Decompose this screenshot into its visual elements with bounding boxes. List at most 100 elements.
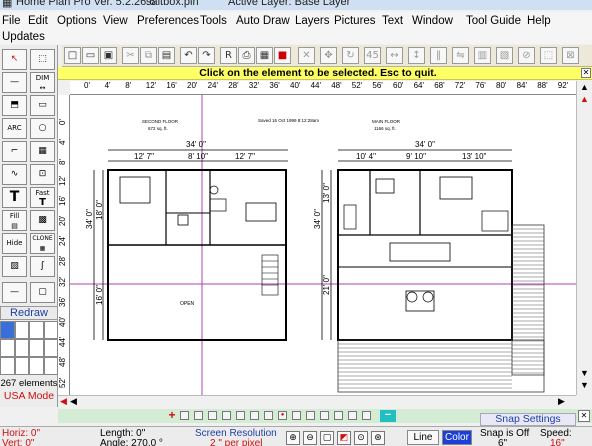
rectangle-tool-icon[interactable]: ▭	[30, 95, 55, 116]
move-icon[interactable]: ✥	[320, 47, 337, 64]
scroll-left-icon[interactable]: ◀	[60, 396, 67, 407]
new-file-icon[interactable]: □	[64, 47, 81, 64]
redo-icon[interactable]: ↷	[198, 47, 215, 64]
color-button[interactable]: Color	[442, 430, 472, 445]
menu-help[interactable]: Help	[527, 15, 551, 27]
page-dot[interactable]: ●	[278, 411, 287, 420]
rotate-icon[interactable]: ↻	[342, 47, 359, 64]
picture-tool-icon[interactable]: ▨	[2, 256, 27, 277]
close-page-icon[interactable]: ✕	[578, 410, 590, 422]
vertical-scrollbar[interactable]: ▲ ▲ ▼ ▼	[576, 81, 592, 395]
palette-cell[interactable]	[0, 321, 15, 339]
menu-view[interactable]: View	[103, 15, 128, 27]
delete-icon[interactable]: ✕	[298, 47, 315, 64]
zoom-out-icon[interactable]: ⊖	[303, 431, 317, 445]
zoom-extent-icon[interactable]: ◩	[337, 431, 351, 445]
palette-cell[interactable]	[43, 357, 58, 375]
page-dot[interactable]	[362, 411, 371, 420]
scroll-down-end-icon[interactable]: ▼	[578, 379, 591, 392]
menu-preferences[interactable]: Preferences	[137, 15, 199, 27]
snap-settings-button[interactable]: Snap Settings	[480, 413, 576, 426]
dimension-tool-icon[interactable]: DIM ↔	[30, 72, 55, 93]
line-tool-icon[interactable]: —	[2, 72, 27, 93]
zoom-pan-icon[interactable]: ⊛	[371, 431, 385, 445]
exit-icon[interactable]: ■	[274, 47, 291, 64]
deselect-icon[interactable]: ⊠	[562, 47, 579, 64]
horizontal-scrollbar[interactable]: ◀ ◀ ▶	[58, 395, 576, 407]
line-style-button[interactable]: Line	[407, 430, 439, 445]
palette-cell[interactable]	[0, 357, 15, 375]
zoom-in-icon[interactable]: ⊕	[286, 431, 300, 445]
palette-cell[interactable]	[29, 321, 44, 339]
page-dot[interactable]	[236, 411, 245, 420]
fill-tool-icon[interactable]: Fill ▤	[2, 210, 27, 231]
page-dot[interactable]	[264, 411, 273, 420]
zoom-window-icon[interactable]: ▢	[320, 431, 334, 445]
fast-text-tool-icon[interactable]: Fast T	[30, 187, 55, 208]
hint-close-icon[interactable]: ✕	[581, 68, 591, 78]
menu-options[interactable]: Options	[57, 15, 97, 27]
scroll-up-fast-icon[interactable]: ▲	[578, 93, 591, 106]
drawing-canvas[interactable]: SECOND FLOOR 672 sq. ft. Saved 16 Oct 19…	[70, 95, 576, 395]
zoom-previous-icon[interactable]: ⊙	[354, 431, 368, 445]
palette-cell[interactable]	[14, 321, 29, 339]
align-icon[interactable]: ‖	[430, 47, 447, 64]
select-box-icon[interactable]: ⬚	[30, 49, 55, 70]
menu-tools[interactable]: Tools	[200, 15, 227, 27]
page-dot[interactable]	[250, 411, 259, 420]
menu-layers[interactable]: Layers	[295, 15, 330, 27]
palette-cell[interactable]	[43, 321, 58, 339]
clone-tool-icon[interactable]: CLONE ▦	[30, 233, 55, 254]
door-tool-icon[interactable]: ⊡	[30, 164, 55, 185]
stretch-vertical-icon[interactable]: ↕	[408, 47, 425, 64]
page-dot[interactable]	[348, 411, 357, 420]
stretch-horizontal-icon[interactable]: ↔	[386, 47, 403, 64]
page-dot[interactable]	[334, 411, 343, 420]
palette-cell[interactable]	[43, 339, 58, 357]
menu-text[interactable]: Text	[382, 15, 403, 27]
open-folder-icon[interactable]: ▭	[82, 47, 99, 64]
ungroup-icon[interactable]: ▧	[496, 47, 513, 64]
flip-icon[interactable]: ⇋	[452, 47, 469, 64]
select-arrow-icon[interactable]: ↖	[2, 49, 27, 70]
freehand-tool-icon[interactable]: ʃ	[30, 256, 55, 277]
print-icon[interactable]: ⎙	[238, 47, 255, 64]
menu-edit[interactable]: Edit	[28, 15, 48, 27]
page-dot[interactable]	[222, 411, 231, 420]
palette-cell[interactable]	[14, 357, 29, 375]
cut-icon[interactable]: ✂	[122, 47, 139, 64]
menu-pictures[interactable]: Pictures	[334, 15, 376, 27]
page-dot[interactable]	[292, 411, 301, 420]
circle-tool-icon[interactable]: ○	[30, 118, 55, 139]
menu-file[interactable]: File	[2, 15, 21, 27]
rotate-45-icon[interactable]: 45	[364, 47, 381, 64]
report-icon[interactable]: R	[220, 47, 237, 64]
select-all-icon[interactable]: ⬚	[540, 47, 557, 64]
undo-icon[interactable]: ↶	[180, 47, 197, 64]
copy-icon[interactable]: ⧉	[140, 47, 157, 64]
hide-tool-icon[interactable]: Hide	[2, 233, 27, 254]
menu-tool-guide[interactable]: Tool Guide	[466, 15, 521, 27]
window-tool-icon[interactable]: ▦	[30, 141, 55, 162]
page-dot[interactable]	[180, 411, 189, 420]
add-page-icon[interactable]: +	[166, 409, 178, 422]
redraw-button[interactable]: Redraw	[0, 306, 58, 320]
room-tool-icon[interactable]: ⬒	[2, 95, 27, 116]
thin-line-icon[interactable]: —	[2, 282, 27, 303]
group-icon[interactable]: ▥	[474, 47, 491, 64]
usa-mode-indicator[interactable]: USA Mode	[0, 390, 58, 402]
palette-cell[interactable]	[14, 339, 29, 357]
palette-cell[interactable]	[29, 357, 44, 375]
undo-all-icon[interactable]: ⊘	[518, 47, 535, 64]
curve-tool-icon[interactable]: ∿	[2, 164, 27, 185]
frame-tool-icon[interactable]: ▢	[30, 282, 55, 303]
save-icon[interactable]: ▣	[100, 47, 117, 64]
page-dot[interactable]	[320, 411, 329, 420]
palette-cell[interactable]	[29, 339, 44, 357]
menu-window[interactable]: Window	[412, 15, 453, 27]
remove-page-icon[interactable]: −	[380, 410, 396, 422]
wall-tool-icon[interactable]: ⌐	[2, 141, 27, 162]
scroll-right-icon[interactable]: ▶	[558, 396, 565, 407]
paste-icon[interactable]: ▤	[158, 47, 175, 64]
page-dot[interactable]	[208, 411, 217, 420]
